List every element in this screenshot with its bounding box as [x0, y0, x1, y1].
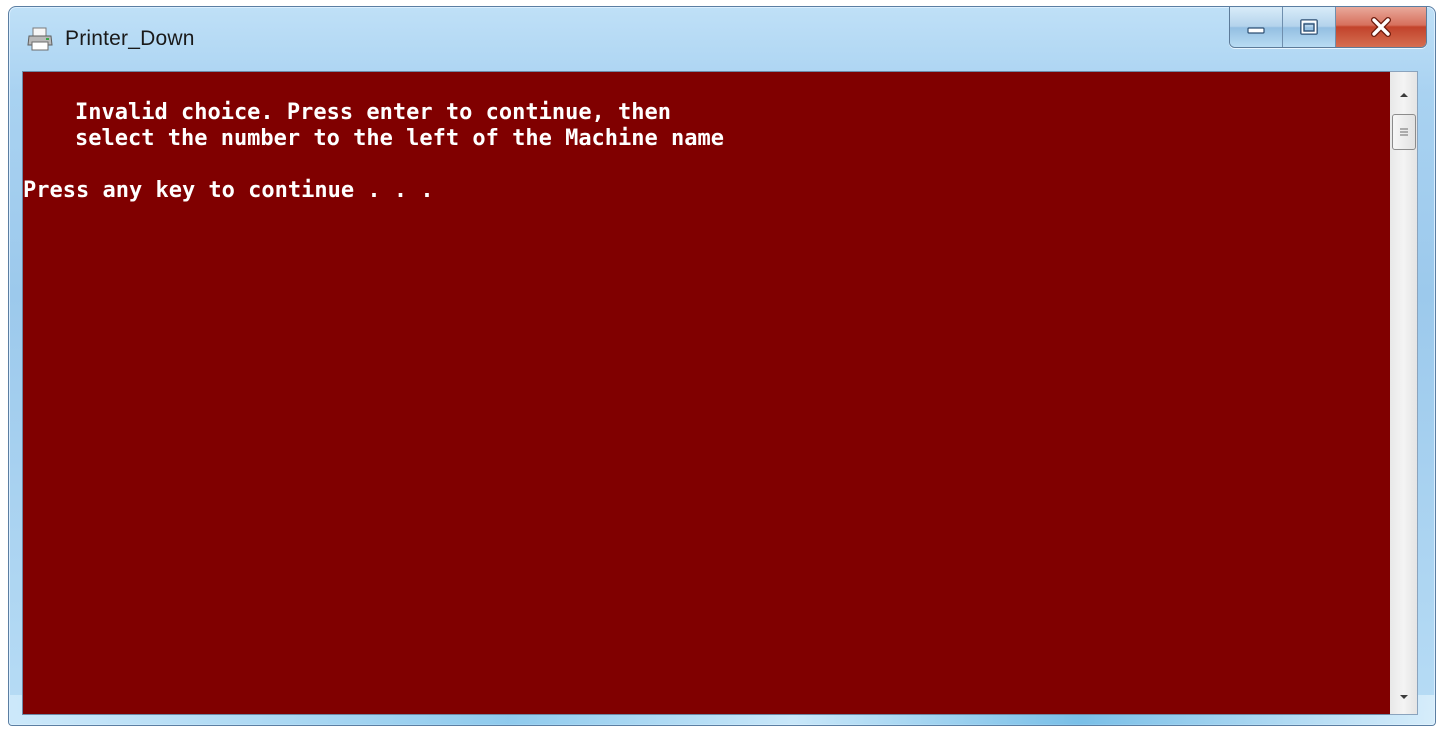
printer-icon[interactable] — [27, 27, 53, 51]
caption-buttons — [1229, 7, 1427, 48]
console-line-instruction: select the number to the left of the Mac… — [75, 126, 725, 151]
scroll-down-button[interactable] — [1390, 682, 1417, 712]
console-line-error: Invalid choice. Press enter to continue,… — [75, 100, 672, 125]
close-icon — [1371, 17, 1391, 37]
scroll-thumb-grip-icon — [1400, 128, 1408, 136]
maximize-icon — [1300, 19, 1318, 35]
title-bar[interactable]: Printer_Down — [9, 7, 1435, 67]
console-output-area[interactable]: Invalid choice. Press enter to continue,… — [22, 71, 1391, 715]
minimize-icon — [1247, 27, 1265, 34]
scroll-up-button[interactable] — [1390, 80, 1417, 110]
vertical-scrollbar[interactable] — [1390, 71, 1418, 715]
minimize-button[interactable] — [1230, 7, 1282, 47]
console-prompt: Press any key to continue . . . — [23, 178, 434, 203]
maximize-button[interactable] — [1282, 7, 1335, 47]
scroll-thumb[interactable] — [1392, 114, 1416, 150]
close-button[interactable] — [1335, 7, 1426, 47]
window-title: Printer_Down — [65, 27, 195, 50]
console-window: Printer_Down Invalid choice. Press enter… — [8, 6, 1436, 726]
scroll-down-arrow-icon — [1399, 695, 1408, 699]
scroll-up-arrow-icon — [1399, 93, 1408, 97]
